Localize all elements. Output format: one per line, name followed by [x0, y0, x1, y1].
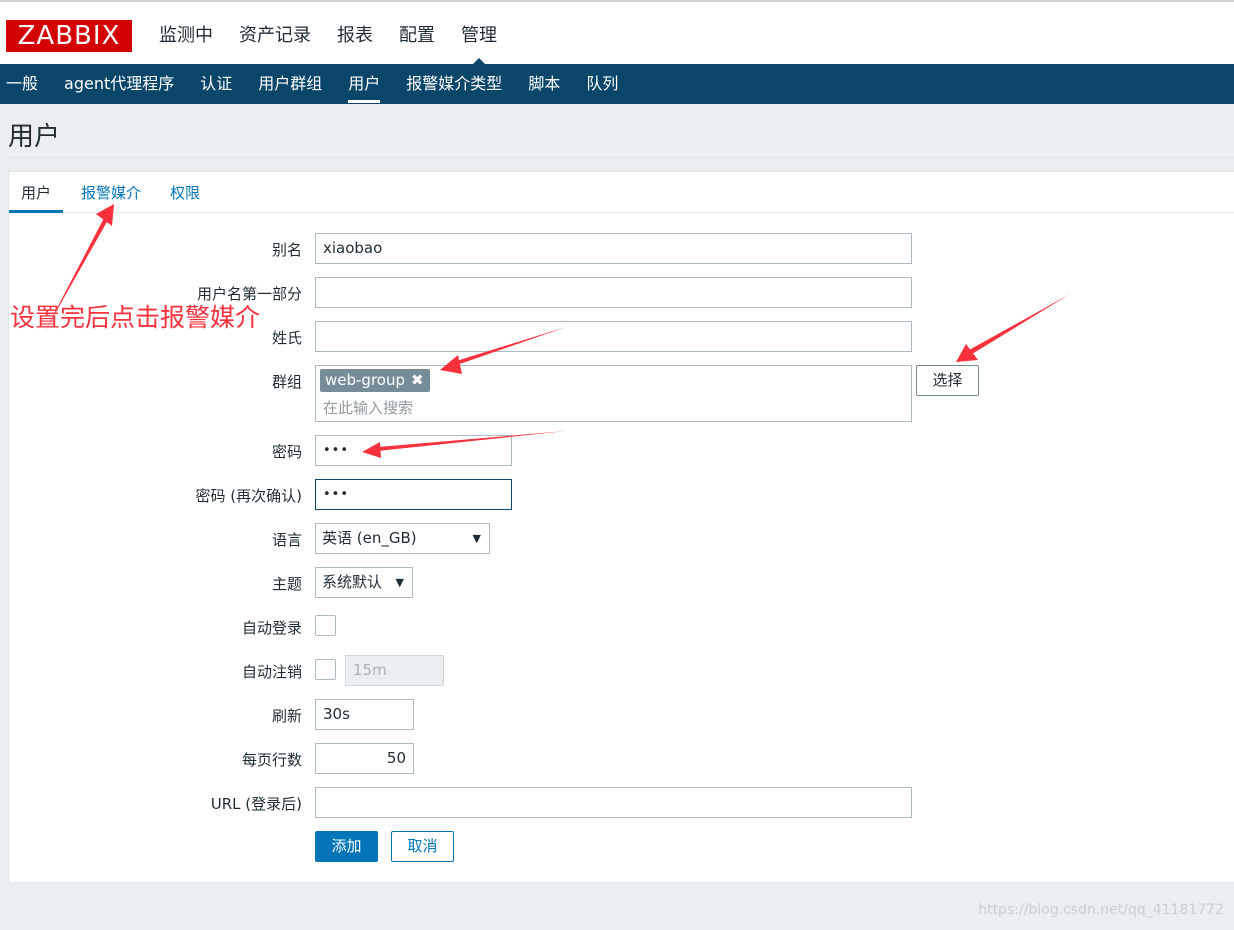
tab-media[interactable]: 报警媒介 — [81, 172, 141, 213]
language-label: 语言 — [271, 531, 302, 549]
subnav-media-types[interactable]: 报警媒介类型 — [393, 64, 515, 104]
dropdown-caret-icon: ▼ — [472, 532, 481, 545]
cancel-button[interactable]: 取消 — [391, 831, 454, 862]
groups-label: 群组 — [271, 373, 302, 391]
menu-inventory[interactable]: 资产记录 — [226, 2, 324, 66]
group-chip-label: web-group — [325, 371, 405, 389]
password-input[interactable]: ••• — [315, 435, 512, 466]
remove-icon[interactable]: ✖ — [411, 371, 424, 389]
rows-per-page-input[interactable]: 50 — [315, 743, 414, 774]
password-label: 密码 — [271, 443, 302, 461]
password-confirm-input[interactable]: ••• — [315, 479, 512, 510]
tab-permissions[interactable]: 权限 — [170, 172, 200, 213]
surname-input[interactable] — [315, 321, 912, 352]
autologin-label: 自动登录 — [241, 619, 302, 637]
autologout-label: 自动注销 — [241, 663, 302, 681]
name-input[interactable] — [315, 277, 912, 308]
autologout-checkbox[interactable] — [315, 659, 336, 680]
menu-monitoring[interactable]: 监测中 — [146, 2, 226, 66]
menu-reports[interactable]: 报表 — [324, 2, 386, 66]
url-input[interactable] — [315, 787, 912, 818]
rows-per-page-label: 每页行数 — [241, 751, 302, 769]
subnav-proxies[interactable]: agent代理程序 — [51, 64, 187, 104]
alias-input[interactable]: xiaobao — [315, 233, 912, 264]
autologout-input: 15m — [345, 655, 444, 686]
menu-configuration[interactable]: 配置 — [386, 2, 448, 66]
subnav-scripts[interactable]: 脚本 — [515, 64, 573, 104]
alias-label: 别名 — [271, 241, 302, 259]
subnav-queue[interactable]: 队列 — [573, 64, 631, 104]
add-button[interactable]: 添加 — [315, 831, 378, 862]
annotation-text: 设置完后点击报警媒介 — [10, 303, 261, 332]
autologin-checkbox[interactable] — [315, 615, 336, 636]
title-divider — [8, 157, 1234, 158]
language-value: 英语 (en_GB) — [322, 529, 417, 547]
refresh-input[interactable]: 30s — [315, 699, 414, 730]
dropdown-caret-icon: ▼ — [395, 576, 404, 589]
subnav-user-groups[interactable]: 用户群组 — [245, 64, 335, 104]
url-label: URL (登录后) — [210, 795, 302, 813]
zabbix-logo[interactable]: ZABBIX — [6, 20, 132, 52]
theme-label: 主题 — [271, 575, 302, 593]
language-select[interactable]: 英语 (en_GB) ▼ — [315, 523, 490, 554]
select-groups-button[interactable]: 选择 — [916, 365, 979, 396]
subnav-general[interactable]: 一般 — [0, 64, 51, 104]
password-confirm-label: 密码 (再次确认) — [195, 487, 302, 505]
subnav-users[interactable]: 用户 — [335, 64, 393, 104]
groups-multiselect[interactable]: web-group ✖ 在此输入搜索 — [315, 365, 912, 422]
groups-search-placeholder[interactable]: 在此输入搜索 — [323, 397, 413, 418]
top-header: ZABBIX 监测中 资产记录 报表 配置 管理 — [0, 0, 1234, 66]
subnav-authentication[interactable]: 认证 — [187, 64, 245, 104]
theme-select[interactable]: 系统默认 ▼ — [315, 567, 413, 598]
theme-value: 系统默认 — [322, 573, 383, 591]
page-title: 用户 — [8, 122, 61, 152]
tab-bar: 用户 报警媒介 权限 — [9, 172, 1234, 213]
menu-administration[interactable]: 管理 — [448, 2, 510, 66]
main-menu: 监测中 资产记录 报表 配置 管理 — [146, 2, 510, 66]
tab-user[interactable]: 用户 — [9, 172, 64, 213]
refresh-label: 刷新 — [271, 707, 302, 725]
watermark: https://blog.csdn.net/qq_41181772 — [978, 902, 1224, 918]
group-chip: web-group ✖ — [320, 369, 430, 392]
sub-nav: 一般 agent代理程序 认证 用户群组 用户 报警媒介类型 脚本 队列 — [0, 64, 1234, 104]
